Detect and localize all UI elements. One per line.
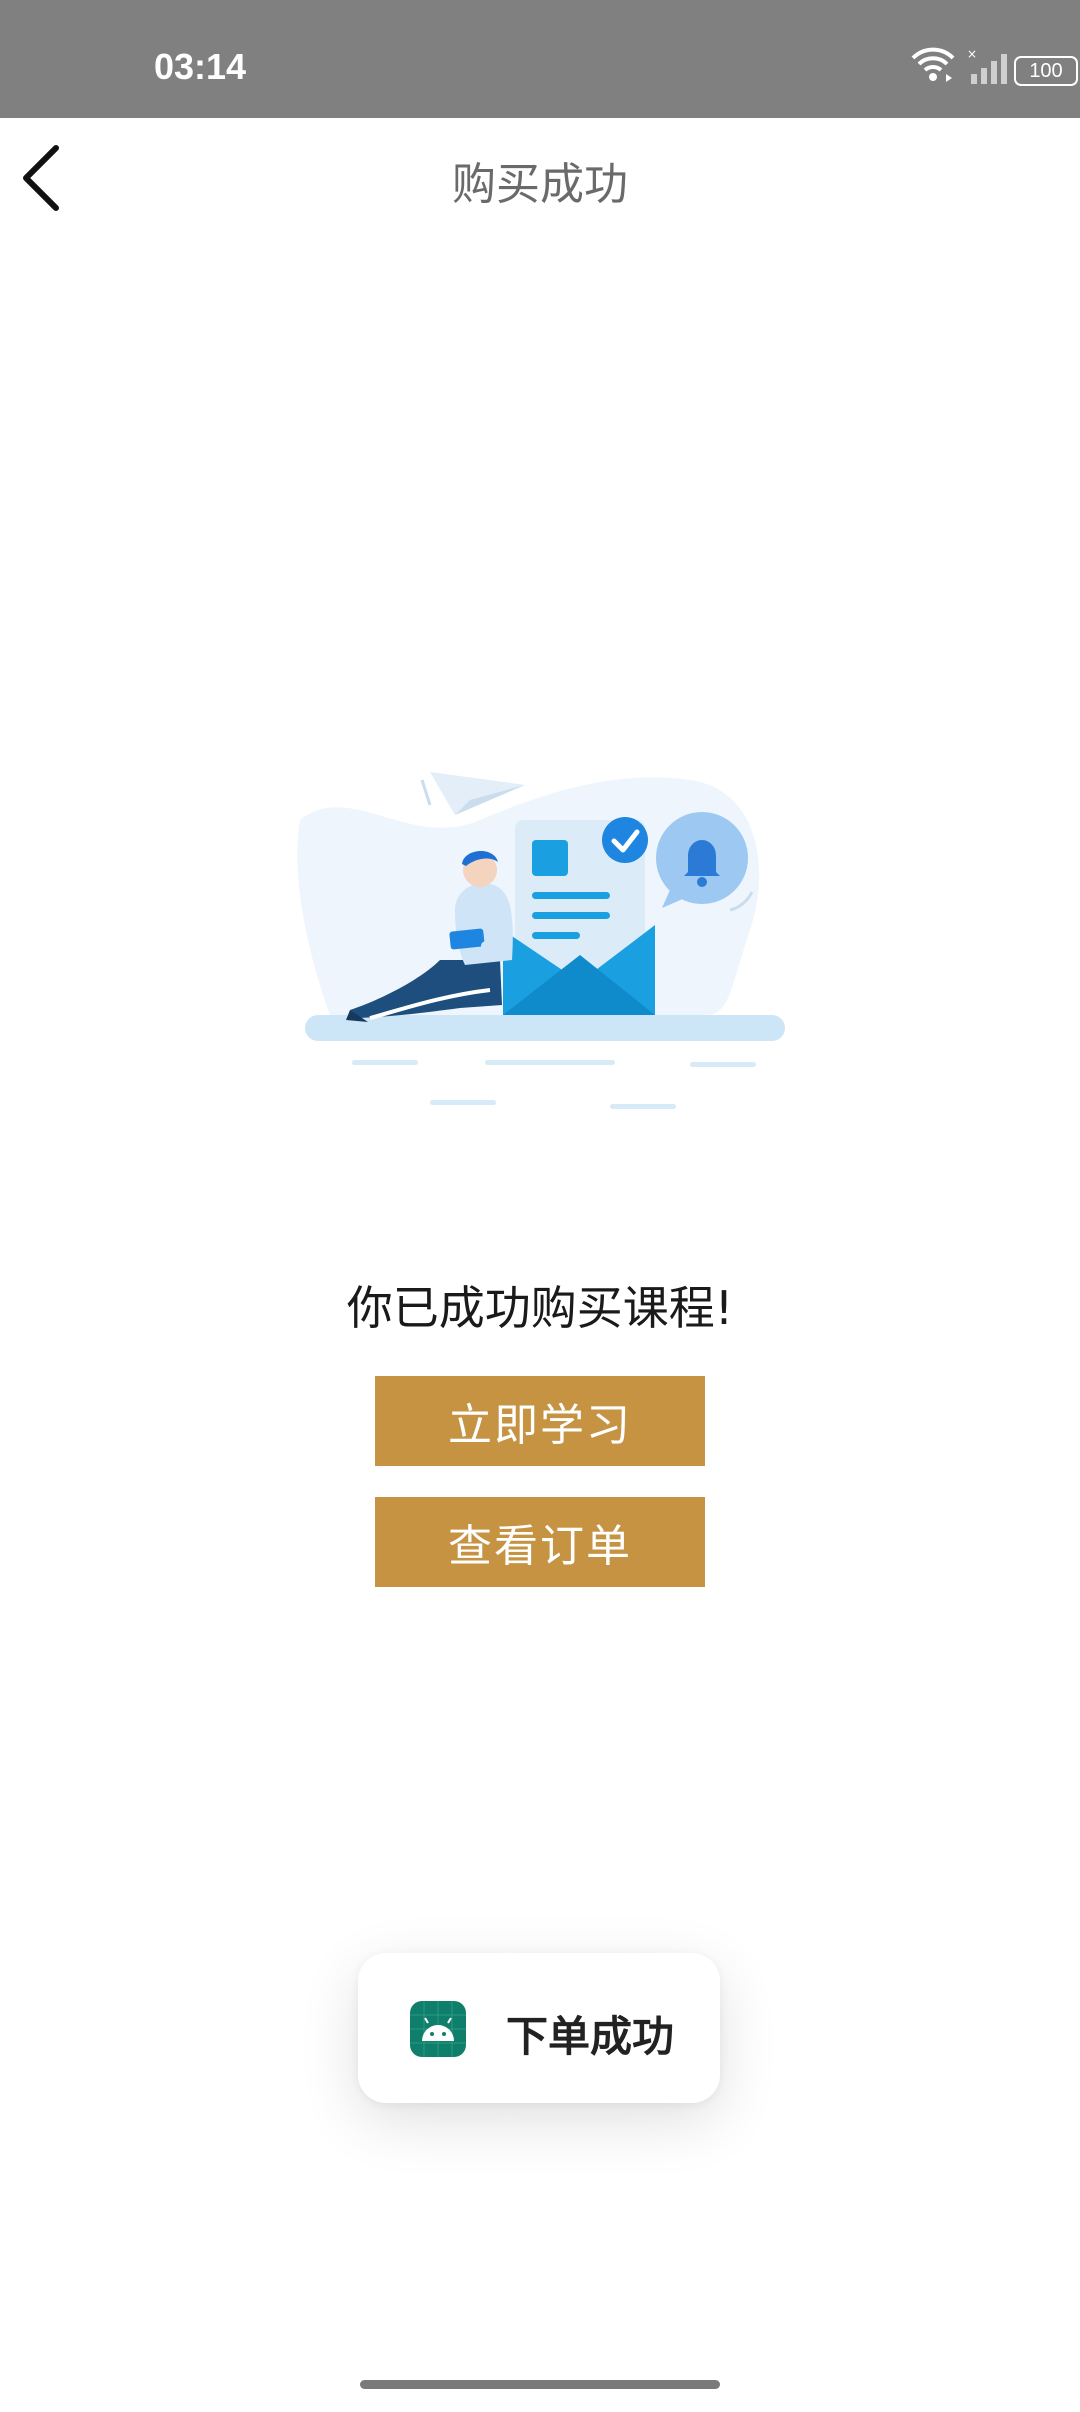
view-orders-button[interactable]: 查看订单 (375, 1497, 705, 1587)
toast-message: 下单成功 (506, 2012, 675, 2061)
signal-icon: × (967, 48, 1007, 84)
android-app-icon (410, 2001, 466, 2057)
study-now-button[interactable]: 立即学习 (375, 1376, 705, 1466)
status-time: 03:14 (154, 46, 247, 87)
page-title: 购买成功 (452, 159, 628, 210)
battery-icon: 100 (1014, 56, 1078, 86)
success-message: 你已成功购买课程! (346, 1281, 734, 1335)
toast: 下单成功 (358, 1953, 720, 2103)
purchase-success-illustration (297, 772, 785, 1109)
app-bar: 购买成功 (0, 118, 1080, 238)
battery-level: 100 (1029, 60, 1063, 82)
wifi-icon (911, 47, 955, 82)
purchase-success-screen: 03:14 × 100 购买成功 你已成功购买课程! 立即学习 查看订单 下单成… (0, 0, 1080, 2412)
status-bar: 03:14 × 100 (0, 0, 1080, 118)
svg-text:×: × (967, 48, 977, 61)
home-indicator[interactable] (360, 2380, 720, 2389)
